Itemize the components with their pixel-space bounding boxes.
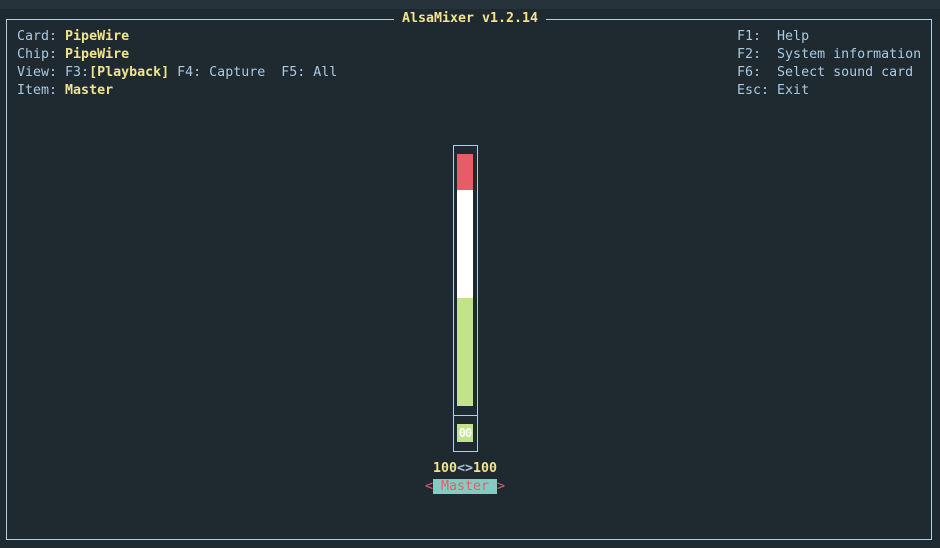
item-line: Item: Master (17, 83, 114, 98)
key-select-card[interactable]: F6: Select sound card (737, 64, 913, 82)
slider-divider (453, 415, 478, 416)
top-bar (0, 0, 940, 9)
view-all[interactable]: F5: All (281, 65, 337, 80)
volume-fill-red (457, 154, 473, 190)
card-line: Card: PipeWire (17, 29, 130, 44)
view-line: View: F3:[Playback] F4: Capture F5: All (17, 65, 338, 80)
view-capture[interactable]: F4: Capture (177, 65, 265, 80)
chip-line: Chip: PipeWire (17, 47, 130, 62)
volume-levels: 100<>100 (432, 461, 498, 476)
key-help[interactable]: F1: Help (737, 28, 809, 46)
app-title: AlsaMixer v1.2.14 (0, 10, 940, 28)
key-system-info[interactable]: F2: System information (737, 46, 921, 64)
volume-fill-green (457, 298, 473, 406)
control-name[interactable]: < Master > (0, 478, 930, 496)
key-exit[interactable]: Esc: Exit (737, 82, 809, 100)
view-playback[interactable]: F3:[Playback] (65, 65, 169, 80)
volume-value-box: 00 (457, 424, 473, 442)
volume-fill-white (457, 190, 473, 298)
